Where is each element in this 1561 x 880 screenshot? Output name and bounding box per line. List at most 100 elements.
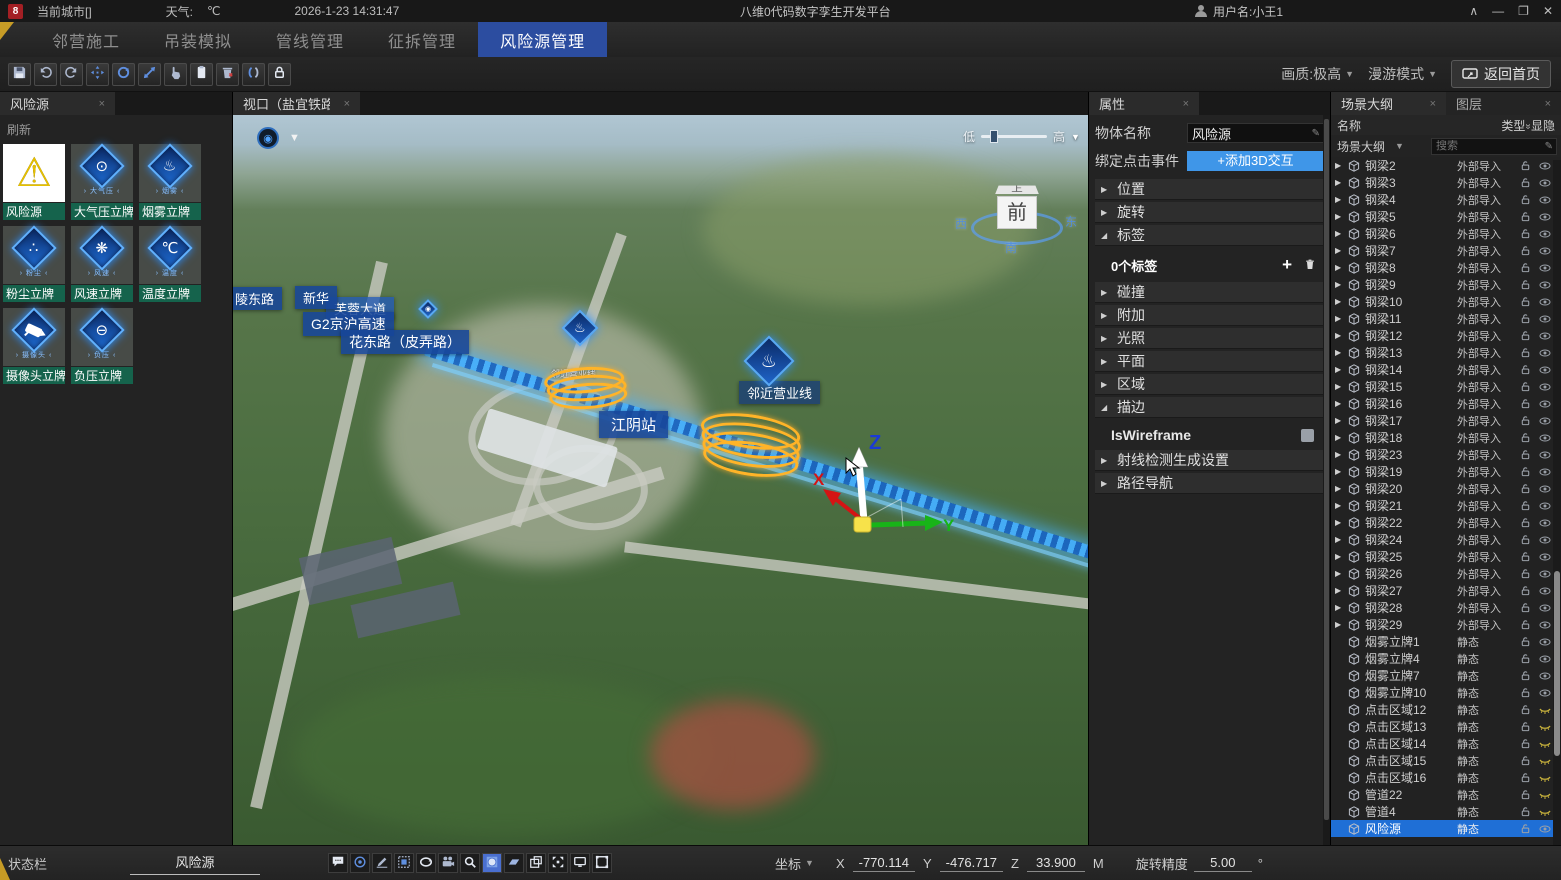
roam-mode-dropdown[interactable]: 漫游模式▼ (1368, 64, 1437, 84)
expand-icon[interactable]: ▶ (1335, 178, 1344, 187)
target-button[interactable] (350, 853, 370, 873)
eye-icon[interactable] (1537, 823, 1553, 835)
outline-row-钢梁23[interactable]: ▶ 钢梁23 外部导入 (1331, 446, 1553, 463)
lock-icon[interactable] (1517, 211, 1533, 222)
tab-viewport[interactable]: 视口（盐宜铁路d × (233, 92, 360, 115)
gizmo-origin-handle[interactable] (854, 517, 871, 532)
slider-thumb[interactable] (990, 130, 998, 143)
prop-section-位置[interactable]: ▶位置 (1095, 179, 1324, 200)
palette-item-负压立牌[interactable]: ⊖› 负压 ‹ 负压立牌 (71, 308, 133, 384)
outline-row-钢梁9[interactable]: ▶ 钢梁9 外部导入 (1331, 276, 1553, 293)
layers-button[interactable] (526, 853, 546, 873)
lock-icon[interactable] (1517, 415, 1533, 426)
outline-row-钢梁3[interactable]: ▶ 钢梁3 外部导入 (1331, 174, 1553, 191)
expand-icon[interactable]: ▶ (1335, 620, 1344, 629)
lock-icon[interactable] (1517, 653, 1533, 664)
plane-button[interactable] (504, 853, 524, 873)
prop-section-光照[interactable]: ▶光照 (1095, 328, 1324, 349)
eye-icon[interactable] (1537, 177, 1553, 189)
lock-icon[interactable] (1517, 381, 1533, 392)
magnifier-button[interactable] (460, 853, 480, 873)
grid-select-button[interactable] (394, 853, 414, 873)
lock-icon[interactable] (1517, 687, 1533, 698)
close-icon[interactable]: × (1430, 98, 1436, 110)
module-tab-管线管理[interactable]: 管线管理 (254, 22, 366, 57)
edit-pencil-icon[interactable]: ✎ (1312, 128, 1320, 139)
outline-row-钢梁21[interactable]: ▶ 钢梁21 外部导入 (1331, 497, 1553, 514)
lock-icon[interactable] (1517, 449, 1533, 460)
lock-icon[interactable] (1517, 585, 1533, 596)
eye-icon[interactable] (1537, 245, 1553, 257)
nav-cube-front[interactable]: 前 (997, 196, 1037, 229)
outline-row-钢梁29[interactable]: ▶ 钢梁29 外部导入 (1331, 616, 1553, 633)
chevron-down-icon[interactable]: ▼ (289, 132, 300, 144)
close-icon[interactable]: × (344, 98, 350, 110)
outline-row-钢梁10[interactable]: ▶ 钢梁10 外部导入 (1331, 293, 1553, 310)
outline-row-点击区域14[interactable]: 点击区域14 静态 (1331, 735, 1553, 752)
nav-cube-top[interactable]: 上 (995, 186, 1039, 194)
nav-west-label[interactable]: 西 (955, 215, 967, 232)
maximize-icon[interactable]: ❐ (1518, 4, 1529, 18)
lock-icon[interactable] (1517, 483, 1533, 494)
eye-icon[interactable] (1537, 585, 1553, 597)
palette-item-风险源[interactable]: ⚠ 风险源 (3, 144, 65, 220)
y-coordinate-field[interactable]: -476.717 (940, 855, 1003, 872)
close-icon[interactable]: × (1545, 98, 1551, 110)
outline-row-钢梁24[interactable]: ▶ 钢梁24 外部导入 (1331, 531, 1553, 548)
palette-item-温度立牌[interactable]: ℃› 温度 ‹ 温度立牌 (139, 226, 201, 302)
module-tab-征拆管理[interactable]: 征拆管理 (366, 22, 478, 57)
eye-hidden-icon[interactable] (1537, 738, 1553, 750)
clipboard-button[interactable] (190, 63, 213, 86)
eye-icon[interactable] (1537, 687, 1553, 699)
lock-icon[interactable] (1517, 704, 1533, 715)
outline-row-钢梁6[interactable]: ▶ 钢梁6 外部导入 (1331, 225, 1553, 242)
lock-icon[interactable] (1517, 296, 1533, 307)
coordinate-mode-dropdown[interactable]: 坐标▼ (775, 854, 814, 873)
x-coordinate-field[interactable]: -770.114 (853, 855, 915, 872)
eye-icon[interactable] (1537, 619, 1553, 631)
prop-section-平面[interactable]: ▶平面 (1095, 351, 1324, 372)
expand-icon[interactable]: ▶ (1335, 382, 1344, 391)
delete-tag-icon[interactable] (1304, 258, 1316, 273)
eye-icon[interactable] (1537, 534, 1553, 546)
eye-icon[interactable] (1537, 653, 1553, 665)
prop-section-区域[interactable]: ▶区域 (1095, 374, 1324, 395)
lock-icon[interactable] (1517, 619, 1533, 630)
expand-icon[interactable]: ▶ (1335, 348, 1344, 357)
eye-icon[interactable] (1537, 194, 1553, 206)
expand-icon[interactable]: ▶ (1335, 603, 1344, 612)
expand-icon[interactable]: ▶ (1335, 399, 1344, 408)
outline-row-点击区域12[interactable]: 点击区域12 静态 (1331, 701, 1553, 718)
lock-icon[interactable] (1517, 738, 1533, 749)
delete-button[interactable] (216, 63, 239, 86)
add-3d-interaction-button[interactable]: +添加3D交互 (1187, 151, 1324, 171)
slider-track[interactable] (981, 135, 1047, 138)
module-tab-吊装模拟[interactable]: 吊装模拟 (142, 22, 254, 57)
rotate-ring-button[interactable] (416, 853, 436, 873)
lock-icon[interactable] (1517, 517, 1533, 528)
eye-icon[interactable] (1537, 262, 1553, 274)
module-tab-邻营施工[interactable]: 邻营施工 (30, 22, 142, 57)
minimize-icon[interactable]: — (1492, 4, 1504, 18)
lock-icon[interactable] (1517, 670, 1533, 681)
expand-icon[interactable]: ▶ (1335, 195, 1344, 204)
frame-button[interactable] (592, 853, 612, 873)
outline-row-钢梁7[interactable]: ▶ 钢梁7 外部导入 (1331, 242, 1553, 259)
risk-zone-coil[interactable] (543, 364, 631, 420)
eye-hidden-icon[interactable] (1537, 755, 1553, 767)
expand-icon[interactable]: ▶ (1335, 212, 1344, 221)
expand-icon[interactable]: ▶ (1335, 518, 1344, 527)
expand-icon[interactable]: ▶ (1335, 161, 1344, 170)
lock-icon[interactable] (1517, 330, 1533, 341)
expand-icon[interactable]: ▶ (1335, 229, 1344, 238)
eye-hidden-icon[interactable] (1537, 721, 1553, 733)
palette-item-大气压立牌[interactable]: ⊙› 大气压 ‹ 大气压立牌 (71, 144, 133, 220)
lock-icon[interactable] (1517, 228, 1533, 239)
outline-row-钢梁4[interactable]: ▶ 钢梁4 外部导入 (1331, 191, 1553, 208)
outline-row-点击区域13[interactable]: 点击区域13 静态 (1331, 718, 1553, 735)
lock-icon[interactable] (1517, 245, 1533, 256)
expand-icon[interactable]: ▶ (1335, 501, 1344, 510)
save-button[interactable] (8, 63, 31, 86)
outline-row-烟雾立牌1[interactable]: 烟雾立牌1 静态 (1331, 633, 1553, 650)
lock-icon[interactable] (1517, 500, 1533, 511)
